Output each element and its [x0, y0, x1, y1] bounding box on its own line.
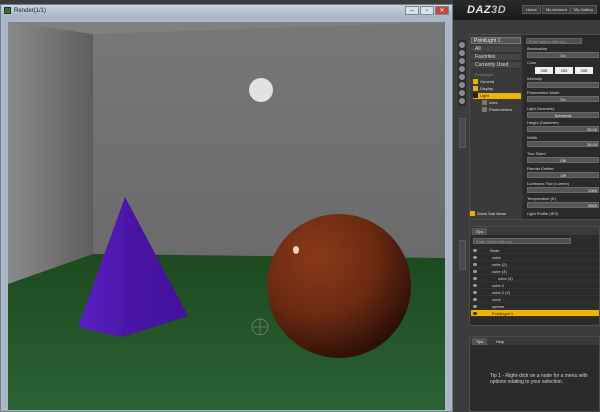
property-search-input[interactable]: Enter text to filter by... [526, 38, 582, 44]
prop-flux-slider[interactable]: 2000 [527, 187, 599, 193]
folder-icon [473, 93, 478, 99]
parameters-nav: PointLight 1 All Favorites Currently Use… [470, 35, 522, 219]
tool-icon[interactable] [459, 82, 465, 88]
tool-icon[interactable] [459, 90, 465, 96]
prop-intensity-slider[interactable] [527, 82, 599, 88]
prop-color-label: Color [527, 60, 537, 65]
tool-icon[interactable] [459, 98, 465, 104]
point-light-sphere [249, 78, 273, 102]
nav-home-button[interactable]: Home [522, 5, 541, 14]
eye-icon[interactable] [473, 270, 477, 274]
tool-icon[interactable] [459, 50, 465, 56]
prop-photometric-value[interactable]: On [527, 96, 599, 102]
scene-node-row[interactable]: cube (4) [471, 275, 599, 282]
tips-panel: Tips Help Tip 1 - Right-click on a node … [469, 336, 600, 412]
side-tab-surfaces[interactable] [459, 118, 466, 148]
minimize-button[interactable]: – [405, 6, 419, 15]
folder-icon [473, 86, 478, 92]
checkbox-icon [470, 211, 475, 217]
scene-search-input[interactable]: Enter text to filter by... [473, 238, 571, 244]
scene-node-row[interactable]: cube 2 [471, 282, 599, 289]
prop-height-slider[interactable]: 35.00 [527, 126, 599, 132]
scene-node-row[interactable]: cube 2 (2) [471, 289, 599, 296]
eye-icon[interactable] [473, 256, 477, 260]
render-image [8, 22, 445, 410]
side-tab-scene[interactable] [459, 240, 466, 270]
render-canvas [8, 22, 445, 410]
prop-two-sided-value[interactable]: Off [527, 157, 599, 163]
daz-header: DAZ3D Home My Account My Gallery [453, 0, 600, 20]
tool-icon[interactable] [459, 58, 465, 64]
back-wall [93, 22, 445, 258]
property-list: Enter text to filter by... Illumination … [524, 35, 600, 219]
tree-photometrics[interactable]: Photometrics [482, 107, 521, 113]
app-root: Render(1/1) – ▫ ✕ DAZ3D Home My Account … [0, 0, 600, 412]
prop-render-emitter-value[interactable]: Off [527, 172, 599, 178]
render-title: Render(1/1) [14, 8, 47, 14]
tab-help[interactable]: Help [492, 338, 509, 345]
tool-icon[interactable] [459, 66, 465, 72]
category-favorites[interactable]: Favorites [471, 54, 521, 61]
scene-node-row[interactable]: Node [471, 247, 599, 254]
color-g-field[interactable]: 255 [555, 67, 573, 74]
daz-logo: DAZ3D [467, 4, 507, 16]
nav-my-gallery-button[interactable]: My Gallery [570, 5, 598, 14]
tree-light[interactable]: Light [473, 93, 521, 99]
scene-node-row[interactable]: cone [471, 296, 599, 303]
node-selector[interactable]: PointLight 1 [471, 37, 521, 44]
tips-tabstrip: Tips Help [470, 337, 599, 345]
scene-node-row[interactable]: cube (2) [471, 261, 599, 268]
color-b-field[interactable]: 255 [575, 67, 593, 74]
category-currently-used[interactable]: Currently Used [471, 62, 521, 69]
scene-panel: Tips Enter text to filter by... Node cub… [469, 226, 600, 326]
tree-general[interactable]: General [473, 79, 521, 85]
show-sub-items-checkbox[interactable]: Show Sub Items [470, 211, 506, 217]
eye-icon[interactable] [473, 249, 477, 253]
folder-icon [482, 100, 487, 106]
scene-node-row-selected[interactable]: PointLight 1 [471, 310, 599, 317]
folder-icon [473, 79, 478, 85]
eye-icon[interactable] [473, 291, 477, 295]
eye-icon[interactable] [473, 277, 477, 281]
nav-my-account-button[interactable]: My Account [542, 5, 571, 14]
parameters-panel: PointLight 1 All Favorites Currently Use… [469, 34, 600, 220]
scene-tabstrip: Tips [470, 227, 599, 235]
category-all[interactable]: All [471, 46, 521, 53]
scene-node-row[interactable]: sphere [471, 303, 599, 310]
eye-icon[interactable] [473, 305, 477, 309]
light-gizmo[interactable] [251, 318, 269, 336]
prop-temperature-slider[interactable]: 6500 [527, 202, 599, 208]
tree-display[interactable]: Display [473, 86, 521, 92]
tab-tips[interactable]: Tips [472, 338, 488, 345]
color-r-field[interactable]: 255 [535, 67, 553, 74]
tab-scene-tips[interactable]: Tips [472, 228, 488, 235]
render-titlebar[interactable]: Render(1/1) – ▫ ✕ [1, 5, 452, 17]
eye-icon[interactable] [473, 284, 477, 288]
eye-icon[interactable] [473, 263, 477, 267]
prop-ies-label: Light Profile (IES) [527, 211, 559, 216]
folder-icon [482, 107, 487, 113]
close-button[interactable]: ✕ [435, 6, 449, 15]
prop-illumination-value[interactable]: On [527, 52, 599, 58]
viewport-tool-strip [458, 40, 466, 106]
tip-text: Tip 1 - Right-click on a node for a menu… [490, 373, 588, 385]
prop-width-slider[interactable]: 35.00 [527, 141, 599, 147]
tree-pointlight[interactable]: PointLight [475, 72, 493, 78]
sphere-object [267, 214, 411, 358]
scene-node-row[interactable]: cube [471, 254, 599, 261]
tree-area[interactable]: Area [482, 100, 521, 106]
maximize-button[interactable]: ▫ [420, 6, 434, 15]
prop-geometry-value[interactable]: Spherical [527, 112, 599, 118]
scene-node-row[interactable]: cube (3) [471, 268, 599, 275]
eye-icon[interactable] [473, 298, 477, 302]
tool-icon[interactable] [459, 42, 465, 48]
render-window: Render(1/1) – ▫ ✕ [0, 4, 453, 412]
eye-icon[interactable] [473, 312, 477, 316]
left-wall [8, 22, 93, 284]
tool-icon[interactable] [459, 74, 465, 80]
render-app-icon [4, 7, 11, 14]
